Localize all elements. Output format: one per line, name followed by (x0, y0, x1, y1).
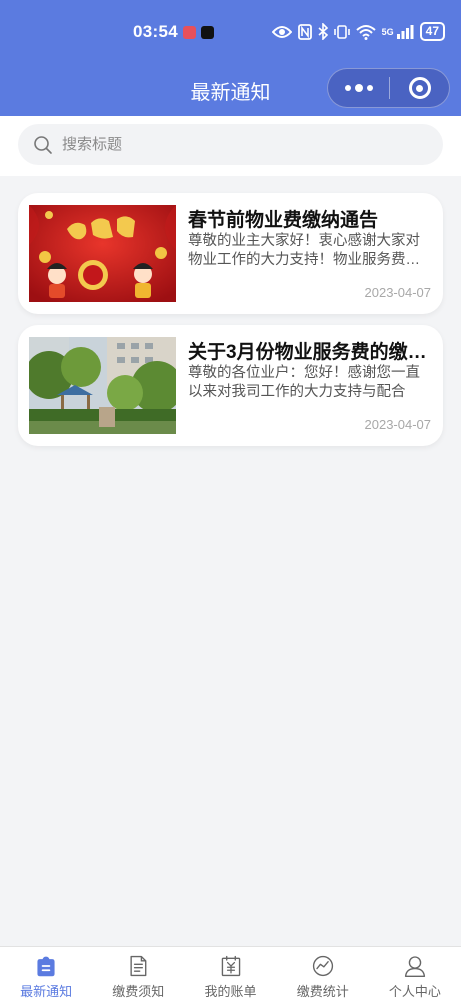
status-app-icons (183, 26, 214, 39)
search-area (0, 116, 461, 176)
tab-latest-notice[interactable]: 最新通知 (0, 947, 92, 1000)
status-time: 03:54 (133, 22, 178, 41)
tab-profile[interactable]: 个人中心 (369, 947, 461, 1000)
bluetooth-icon (318, 23, 328, 40)
miniprogram-capsule (327, 68, 450, 108)
bill-icon (221, 955, 240, 977)
eye-icon (271, 25, 292, 38)
news-card[interactable]: 关于3月份物业服务费的缴纳通知 尊敬的各位业户：您好！感谢您一直以来对我司工作的… (18, 325, 443, 446)
more-dot-icon (366, 85, 373, 91)
news-card[interactable]: 春节前物业费缴纳通告 尊敬的业主大家好！衷心感谢大家对物业工作的大力支持！物业服… (18, 193, 443, 314)
status-bar: 03:54 5G 47 (0, 0, 461, 62)
chart-icon (312, 955, 333, 977)
network-type: 5G (381, 26, 394, 37)
tab-label: 最新通知 (20, 984, 73, 999)
tab-label: 个人中心 (388, 984, 441, 999)
news-date: 2023-04-07 (364, 285, 432, 300)
more-dot-icon (354, 84, 363, 92)
news-title: 春节前物业费缴纳通告 (188, 210, 379, 231)
tab-bar: 最新通知 缴费须知 我的账单 缴费统计 个人中心 (0, 946, 461, 1000)
tab-label: 缴费统计 (296, 984, 349, 999)
news-summary: 尊敬的各位业户：您好！感谢您一直以来对我司工作的大力支持与配合 (188, 365, 420, 400)
news-list: 春节前物业费缴纳通告 尊敬的业主大家好！衷心感谢大家对物业工作的大力支持！物业服… (18, 193, 443, 457)
news-title: 关于3月份物业服务费的缴纳通知 (188, 342, 432, 363)
more-dot-icon (344, 85, 351, 91)
nfc-icon (297, 23, 312, 40)
search-box[interactable] (18, 124, 443, 165)
tab-my-bills[interactable]: 我的账单 (184, 947, 276, 1000)
chinese-new-year-greeting-image (29, 205, 176, 302)
search-icon (34, 135, 52, 154)
notification-app-icon (183, 26, 196, 39)
tab-payment-stats[interactable]: 缴费统计 (277, 947, 369, 1000)
tab-payment-notice[interactable]: 缴费须知 (92, 947, 184, 1000)
status-indicators: 5G 47 (271, 22, 445, 41)
wifi-icon (355, 24, 376, 40)
target-icon (408, 77, 431, 99)
notice-icon (37, 956, 55, 977)
residential-garden-image (29, 337, 176, 434)
document-icon (130, 955, 147, 977)
tiktok-icon (201, 26, 214, 39)
nav-bar: 最新通知 (0, 62, 461, 116)
close-miniprogram-button[interactable] (390, 69, 449, 107)
search-input[interactable] (62, 136, 402, 153)
battery-icon: 47 (419, 22, 445, 41)
news-date: 2023-04-07 (364, 417, 432, 432)
user-icon (404, 956, 426, 977)
signal-icon (396, 25, 414, 39)
tab-label: 缴费须知 (112, 984, 165, 999)
vibrate-icon (333, 24, 350, 39)
tab-label: 我的账单 (204, 984, 257, 999)
more-button[interactable] (328, 69, 389, 107)
news-summary: 尊敬的业主大家好！衷心感谢大家对物业工作的大力支持！物业服务费缴纳相关事项通知如… (188, 233, 420, 268)
